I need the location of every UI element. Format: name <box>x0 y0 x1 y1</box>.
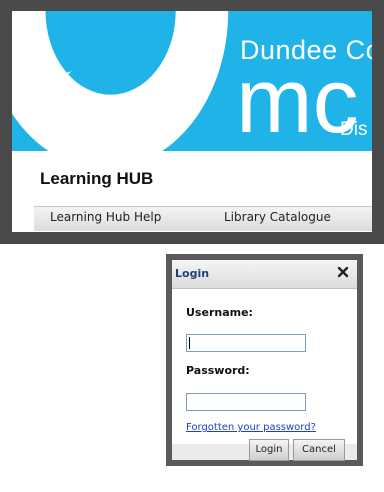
nav-item-library-catalogue[interactable]: Library Catalogue <box>224 210 331 224</box>
username-field[interactable] <box>186 334 306 352</box>
password-field[interactable] <box>186 393 306 411</box>
login-dialog: Login Username: Password: Forgotten your… <box>166 254 363 466</box>
text-caret <box>189 337 190 349</box>
cancel-button[interactable]: Cancel <box>293 439 345 461</box>
login-button-bar: Login Cancel <box>172 439 357 461</box>
page-title: Learning HUB <box>40 169 154 188</box>
login-dialog-body: Login Username: Password: Forgotten your… <box>172 260 357 461</box>
nav-item-learning-hub-help[interactable]: Learning Hub Help <box>50 210 161 224</box>
nav-bar: Learning Hub Help Library Catalogue <box>34 206 372 231</box>
forgotten-password-link[interactable]: Forgotten your password? <box>186 422 316 433</box>
password-label: Password: <box>186 364 250 377</box>
college-banner: Dundee Co mc Dis <box>12 11 372 151</box>
site-header-panel: Dundee Co mc Dis Learning HUB Learning H… <box>0 0 384 244</box>
banner-subtext: Dis <box>340 119 368 140</box>
login-titlebar: Login <box>172 260 357 289</box>
login-button[interactable]: Login <box>249 439 289 461</box>
close-icon[interactable] <box>335 264 351 280</box>
username-label: Username: <box>186 306 253 319</box>
hub-area: Learning HUB Learning Hub Help Library C… <box>12 151 372 232</box>
login-title: Login <box>175 267 210 280</box>
